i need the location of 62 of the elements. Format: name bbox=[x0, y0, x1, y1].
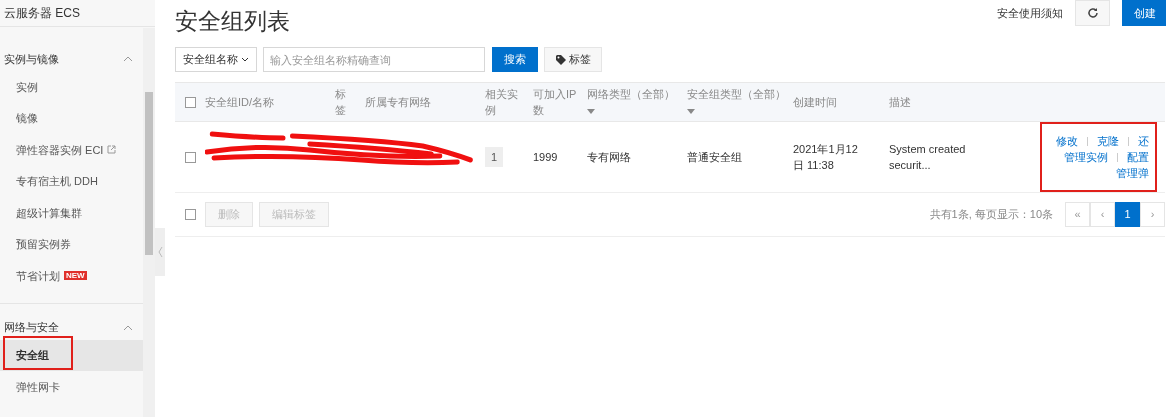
table-cell-text: System created securit... bbox=[889, 142, 967, 173]
column-header: 标签 bbox=[335, 87, 347, 118]
sidebar-item[interactable]: 实例 bbox=[0, 71, 143, 103]
new-badge: NEW bbox=[64, 271, 87, 281]
page-button[interactable]: ‹ bbox=[1090, 202, 1115, 227]
refresh-icon bbox=[1086, 7, 1099, 19]
sidebar-item[interactable]: 节省计划 NEW bbox=[0, 260, 143, 292]
notice-link[interactable]: 安全使用须知 bbox=[997, 4, 1063, 22]
page-button[interactable]: › bbox=[1140, 202, 1165, 227]
action-link[interactable]: 还 bbox=[1138, 134, 1149, 148]
caret-icon bbox=[687, 108, 695, 114]
column-header: 创建时间 bbox=[793, 95, 838, 110]
refresh-button[interactable] bbox=[1075, 0, 1110, 26]
checkbox[interactable] bbox=[184, 96, 196, 108]
sidebar-title: 云服务器 ECS bbox=[0, 0, 155, 27]
section-heading: 实例与镜像 bbox=[4, 51, 59, 67]
pagination-summary: 共有1条, 每页显示：10条 bbox=[929, 207, 1053, 223]
column-header: 可加入IP数 bbox=[533, 87, 578, 118]
action-link[interactable]: 管理实例 bbox=[1064, 150, 1108, 164]
chevron-down-icon bbox=[241, 57, 249, 62]
caret-icon bbox=[587, 108, 595, 114]
action-link[interactable]: 修改 bbox=[1056, 134, 1078, 148]
search-field[interactable]: 输入安全组名称精确查询 bbox=[263, 47, 485, 72]
create-button[interactable]: 创建 bbox=[1122, 0, 1166, 26]
column-header: 安全组ID/名称 bbox=[205, 95, 276, 110]
link-label: 弹性容器实例 ECI bbox=[16, 142, 104, 158]
sidebar-item[interactable]: 弹性网卡 bbox=[0, 371, 143, 403]
section-heading: 网络与安全 bbox=[4, 320, 59, 336]
column-filter[interactable]: 安全组类型（全部） bbox=[687, 86, 785, 118]
scrollbar[interactable] bbox=[143, 28, 155, 417]
chevron-up-icon[interactable] bbox=[123, 324, 133, 331]
table-cell-text: 2021年1月12日 11:38 bbox=[793, 142, 859, 173]
chevron-left-icon bbox=[157, 246, 163, 258]
checkbox[interactable] bbox=[184, 209, 196, 220]
count-badge: 1 bbox=[485, 146, 504, 168]
action-link[interactable]: 克隆 bbox=[1097, 134, 1119, 148]
column-header: 所属专有网络 bbox=[365, 95, 432, 110]
scrollbar-thumb[interactable] bbox=[145, 92, 153, 255]
tag-button[interactable]: 标签 bbox=[544, 47, 602, 72]
page-button[interactable]: « bbox=[1065, 202, 1090, 227]
item-label: 节省计划 bbox=[16, 268, 60, 284]
chevron-up-icon[interactable] bbox=[123, 56, 133, 62]
sidebar-item[interactable]: 预留实例券 bbox=[0, 228, 143, 260]
page-button[interactable]: 1 bbox=[1115, 202, 1140, 227]
page-title: 安全组列表 bbox=[175, 7, 290, 36]
sidebar-item[interactable]: 安全组 bbox=[0, 339, 143, 371]
column-filter[interactable]: 网络类型（全部） bbox=[587, 86, 679, 118]
action-link[interactable]: 管理弹 bbox=[1116, 166, 1149, 180]
filter-select[interactable]: 安全组名称 bbox=[175, 47, 257, 72]
action-link[interactable]: 配置 bbox=[1127, 150, 1149, 164]
tag-icon bbox=[555, 54, 567, 65]
search-button[interactable]: 搜索 bbox=[492, 47, 538, 72]
sidebar-item[interactable]: 专有宿主机 DDH bbox=[0, 165, 143, 197]
sidebar-link[interactable]: 弹性容器实例 ECI bbox=[0, 134, 143, 166]
table-cell: 普通安全组 bbox=[687, 150, 742, 163]
sidebar-item[interactable]: 镜像 bbox=[0, 102, 143, 134]
checkbox[interactable] bbox=[184, 151, 196, 163]
sidebar-item[interactable]: 超级计算集群 bbox=[0, 197, 143, 229]
column-header: 相关实例 bbox=[485, 87, 519, 118]
column-header: 描述 bbox=[889, 95, 912, 110]
table-cell: 专有网络 bbox=[587, 150, 631, 163]
table-cell: 1999 bbox=[533, 150, 558, 163]
